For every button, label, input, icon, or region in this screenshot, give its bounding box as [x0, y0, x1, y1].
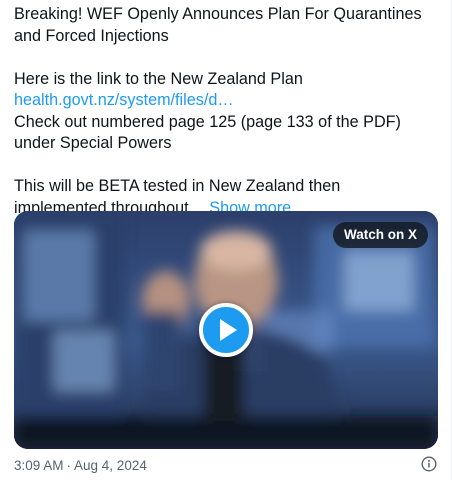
play-icon [220, 319, 237, 341]
video-player[interactable]: Watch on X [14, 211, 438, 449]
tweet-date[interactable]: Aug 4, 2024 [74, 458, 147, 473]
tweet-link-line: health.govt.nz/system/files/d… [14, 90, 444, 112]
tweet-text-line: This will be BETA tested in New Zealand … [14, 177, 341, 195]
tweet-time[interactable]: 3:09 AM [14, 458, 64, 473]
tweet-card: Breaking! WEF Openly Announces Plan For … [0, 0, 452, 480]
info-icon[interactable] [421, 456, 437, 472]
tweet-text-line: and Forced Injections [14, 26, 169, 45]
tweet-text-line: Check out numbered page 125 (page 133 of… [14, 112, 401, 131]
meta-separator: · [66, 458, 72, 473]
watch-on-x-badge[interactable]: Watch on X [333, 222, 428, 248]
tweet-timestamp: 3:09 AM · Aug 4, 2024 [14, 457, 147, 475]
tweet-text-line: under Special Powers [14, 134, 172, 152]
tweet-text-line: Breaking! WEF Openly Announces Plan For … [14, 5, 422, 23]
tweet-text-line: Here is the link to the New Zealand Plan [14, 69, 303, 88]
tweet-link[interactable]: health.govt.nz/system/files/d… [14, 91, 234, 109]
play-button[interactable] [199, 303, 253, 357]
tweet-text: Breaking! WEF Openly Announces Plan For … [14, 4, 444, 219]
